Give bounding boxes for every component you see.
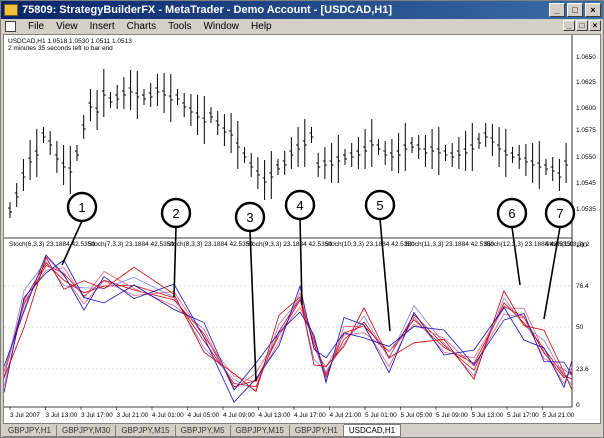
stochastic-line [4, 262, 573, 388]
tab-gbpjpy-m30[interactable]: GBPJPY,M30 [56, 425, 117, 437]
indicator-tick: 50 [576, 324, 584, 331]
time-tick-label: 3 Jul 21:00 [117, 412, 149, 419]
time-tick-label: 4 Jul 01:00 [152, 412, 184, 419]
callout-number: 2 [172, 206, 179, 221]
price-tick: 1.0535 [576, 206, 596, 213]
chart-window[interactable]: USDCAD,H1 1.0518 1.0530 1.0511 1.0513 2 … [3, 34, 601, 424]
time-tick-label: 4 Jul 13:00 [259, 412, 291, 419]
stochastic-labels: Stoch(6,3,3) 23.1884 42.5350 Stoch(7,3,3… [9, 241, 590, 248]
menu-bar: File View Insert Charts Tools Window Hel… [1, 19, 603, 33]
stochastic-line [4, 254, 573, 403]
indicator-tick: 23.6 [576, 366, 589, 373]
menu-help[interactable]: Help [245, 21, 278, 32]
indicator-tick: 100 [576, 242, 587, 249]
price-tick: 1.0575 [576, 127, 596, 134]
mdi-close-button[interactable]: × [589, 20, 601, 31]
menu-insert[interactable]: Insert [84, 21, 121, 32]
stoch-label: Stoch(7,3,3) 23.1884 42.5350 [88, 241, 174, 248]
callout-number: 6 [508, 206, 515, 221]
chart-symbol-info: USDCAD,H1 1.0518 1.0530 1.0511 1.0513 [8, 38, 132, 45]
menu-window[interactable]: Window [197, 21, 245, 32]
time-axis: 3 Jul 2007 3 Jul 13:00 3 Jul 17:00 3 Jul 21… [9, 407, 575, 419]
time-tick-label: 5 Jul 05:00 [401, 412, 433, 419]
tab-gbpjpy-m5[interactable]: GBPJPY,M5 [175, 425, 231, 437]
callout-number: 4 [296, 198, 303, 213]
maximize-button[interactable]: □ [567, 3, 583, 17]
time-tick-label: 5 Jul 17:00 [507, 412, 539, 419]
chart-tabs: GBPJPY,H1 GBPJPY,M30 GBPJPY,M15 GBPJPY,M… [3, 424, 601, 438]
indicator-tick: 76.4 [576, 283, 589, 290]
price-tick: 1.0550 [576, 154, 596, 161]
stochastic-line [4, 264, 573, 388]
tab-gbpjpy-m15[interactable]: GBPJPY,M15 [116, 425, 176, 437]
stoch-label: Stoch(9,3,3) 23.1884 42.5350 [246, 241, 332, 248]
menu-file[interactable]: File [22, 21, 50, 32]
time-tick-label: 4 Jul 17:00 [294, 412, 326, 419]
stochastic-line [4, 260, 573, 391]
tab-gbpjpy-h1[interactable]: GBPJPY,H1 [3, 425, 57, 437]
stochastic-line [4, 256, 573, 393]
mdi-minimize-button[interactable]: _ [563, 20, 575, 31]
window-title: 75809: StrategyBuilderFX - MetaTrader - … [22, 4, 392, 16]
stochastic-lines [4, 254, 573, 403]
close-button[interactable]: × [585, 3, 601, 17]
price-tick: 1.0600 [576, 105, 596, 112]
stoch-label: Stoch(6,3,3) 23.1884 42.5350 [9, 241, 95, 248]
callout-pointer [249, 230, 257, 382]
app-window: 75809: StrategyBuilderFX - MetaTrader - … [0, 0, 604, 438]
callout-number: 5 [376, 198, 383, 213]
time-tick-label: 5 Jul 13:00 [472, 412, 504, 419]
price-tick: 1.0545 [576, 180, 596, 187]
title-bar[interactable]: 75809: StrategyBuilderFX - MetaTrader - … [1, 1, 603, 19]
callout-number: 1 [78, 200, 85, 215]
indicator-tick: 0 [576, 402, 580, 409]
mdi-restore-button[interactable]: □ [576, 20, 588, 31]
time-tick-label: 3 Jul 2007 [10, 412, 40, 419]
time-tick-label: 5 Jul 09:00 [436, 412, 468, 419]
price-axis: 1.0650 1.0625 1.0600 1.0575 1.0550 1.054… [576, 54, 596, 213]
tab-usdcad-h1[interactable]: USDCAD,H1 [343, 424, 402, 437]
time-tick-label: 4 Jul 05:00 [188, 412, 220, 419]
time-tick-label: 5 Jul 01:00 [365, 412, 397, 419]
document-icon[interactable] [5, 20, 16, 32]
minimize-button[interactable]: _ [549, 3, 565, 17]
metatrader-icon [4, 4, 18, 16]
time-tick-label: 5 Jul 21:00 [543, 412, 575, 419]
callout-number: 3 [246, 210, 253, 225]
stoch-label: Stoch(11,3,3) 23.1884 42.5350 [405, 241, 495, 248]
time-tick-label: 4 Jul 09:00 [223, 412, 255, 419]
time-tick-label: 3 Jul 17:00 [81, 412, 113, 419]
bar-timer-text: 2 minutes 35 seconds left to bar end [8, 45, 113, 52]
stochastic-pane[interactable]: Stoch(6,3,3) 23.1884 42.5350 Stoch(7,3,3… [4, 241, 590, 403]
price-tick: 1.0625 [576, 79, 596, 86]
tab-gbpjpy-m15-2[interactable]: GBPJPY,M15 [230, 425, 290, 437]
stoch-label: Stoch(10,3,3) 23.1884 42.5350 [325, 241, 415, 248]
menu-tools[interactable]: Tools [162, 21, 197, 32]
time-tick-label: 3 Jul 13:00 [46, 412, 78, 419]
menu-view[interactable]: View [50, 21, 84, 32]
indicator-axis: 100 76.4 50 23.6 0 [576, 242, 589, 409]
callout-number: 7 [556, 206, 563, 221]
stochastic-line [4, 259, 573, 393]
stoch-label: Stoch(8,3,3) 23.1884 42.5350 [167, 241, 253, 248]
tab-gbpjpy-h1-2[interactable]: GBPJPY,H1 [289, 425, 344, 437]
menu-charts[interactable]: Charts [121, 21, 162, 32]
time-tick-label: 4 Jul 21:00 [330, 412, 362, 419]
price-tick: 1.0650 [576, 54, 596, 61]
